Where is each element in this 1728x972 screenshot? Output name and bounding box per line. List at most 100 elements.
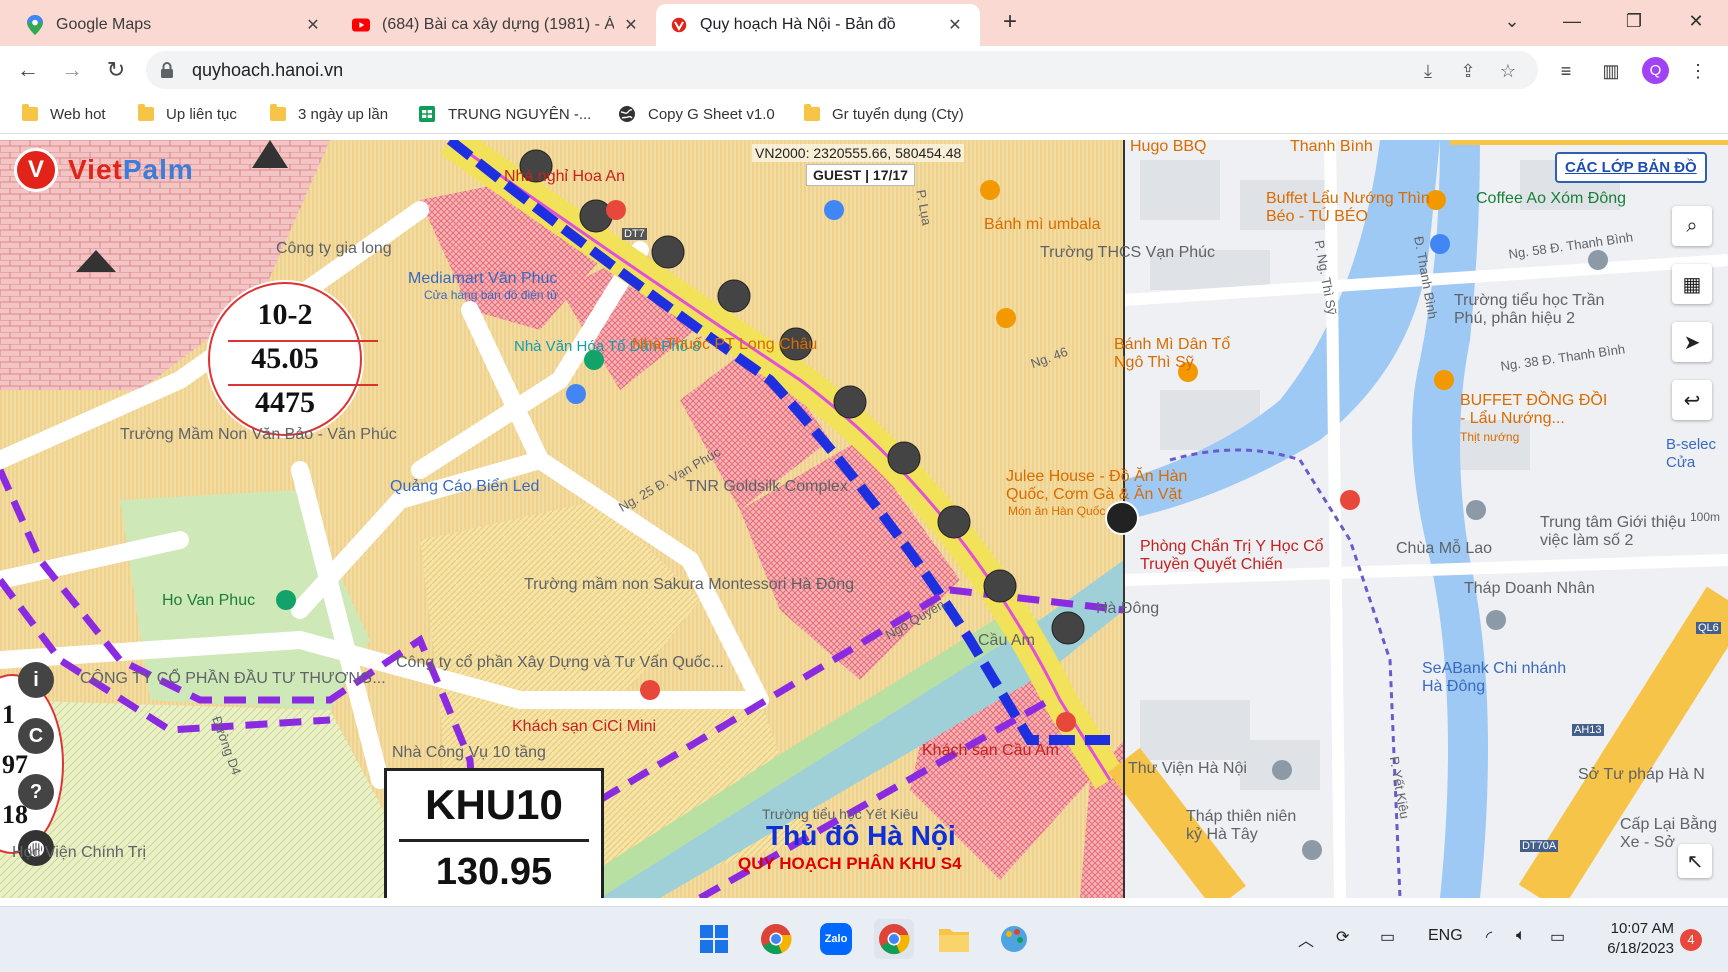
poi-label[interactable]: CÔNG TY CỔ PHẦN ĐẦU TƯ THƯƠNG...: [80, 670, 386, 688]
poi-label[interactable]: Trường tiểu học Trần Phú, phân hiệu 2: [1454, 292, 1624, 328]
chrome-profile-app[interactable]: [874, 919, 914, 959]
poi-label[interactable]: B-selec Cửa: [1666, 436, 1726, 472]
poi-label[interactable]: Nhà Thuốc PT Long Châu: [632, 336, 817, 354]
more-menu-icon[interactable]: ⋮: [1685, 58, 1711, 84]
copyright-icon[interactable]: C: [18, 718, 54, 754]
display-icon[interactable]: ▭: [1380, 927, 1395, 947]
chrome-app[interactable]: [756, 919, 796, 959]
lock-icon[interactable]: [160, 61, 174, 84]
close-tab-icon[interactable]: ✕: [620, 15, 642, 35]
poi-label[interactable]: Chùa Mỗ Lao: [1396, 540, 1492, 558]
battery-icon[interactable]: ▭: [1550, 927, 1565, 947]
tab-google-maps[interactable]: Google Maps ✕: [12, 4, 338, 46]
collapse-icon[interactable]: ↖: [1678, 844, 1712, 878]
close-tab-icon[interactable]: ✕: [944, 15, 966, 35]
show-hidden-icons[interactable]: ︿: [1298, 927, 1314, 951]
bookmark-copy-g-sheet[interactable]: Copy G Sheet v1.0: [618, 102, 775, 126]
wifi-icon[interactable]: ◜: [1486, 927, 1492, 947]
tab-youtube[interactable]: (684) Bài ca xây dựng (1981) - Á ✕: [338, 4, 656, 46]
poi-label[interactable]: Tháp Doanh Nhân: [1464, 580, 1595, 598]
bookmarks-bar: Web hot Up liên tục 3 ngày up lần TRUNG …: [0, 94, 1728, 134]
map-viewport[interactable]: V VietPalm VN2000: 2320555.66, 580454.48…: [0, 140, 1728, 898]
bookmark-trung-nguyen[interactable]: TRUNG NGUYÊN -...: [418, 102, 591, 126]
poi-label[interactable]: Tháp thiên niên kỷ Hà Tây: [1186, 808, 1306, 844]
poi-label[interactable]: Nhà nghỉ Hoa An: [504, 168, 625, 186]
reload-button[interactable]: ↻: [100, 54, 132, 86]
poi-label[interactable]: Công ty gia long: [276, 240, 392, 258]
minimize-button[interactable]: —: [1550, 6, 1594, 36]
poi-label[interactable]: Nhà Công Vụ 10 tầng: [392, 744, 546, 762]
poi-label[interactable]: Trung tâm Giới thiệu việc làm số 2: [1540, 514, 1700, 550]
back-arrow-icon[interactable]: ↩: [1672, 380, 1712, 420]
install-app-icon[interactable]: ⤓: [1416, 59, 1440, 83]
poi-label[interactable]: Coffee Ao Xóm Đông: [1476, 190, 1626, 208]
forward-button[interactable]: →: [56, 54, 88, 86]
media-control-icon[interactable]: ≡: [1553, 58, 1579, 84]
poi-label[interactable]: Trường mầm non Sakura Montessori Hà Đông: [524, 576, 854, 594]
tab-search-icon[interactable]: ⌄: [1490, 6, 1534, 36]
bookmark-up-lien-tuc[interactable]: Up liên tục: [138, 102, 237, 126]
close-tab-icon[interactable]: ✕: [302, 15, 324, 35]
language-indicator[interactable]: ENG: [1428, 927, 1463, 945]
bookmark-web-hot[interactable]: Web hot: [22, 102, 106, 126]
system-clock[interactable]: 10:07 AM 6/18/2023: [1590, 919, 1674, 959]
poi-label[interactable]: Ho Van Phuc: [162, 592, 255, 610]
poi-label[interactable]: Phòng Chẩn Trị Y Học Cổ Truyền Quyết Chi…: [1140, 538, 1360, 574]
chrome-icon: [761, 924, 792, 955]
bookmark-star-icon[interactable]: ☆: [1496, 59, 1520, 83]
zalo-app[interactable]: Zalo: [816, 919, 856, 959]
bookmark-gr-tuyen-dung[interactable]: Gr tuyển dụng (Cty): [804, 102, 964, 126]
poi-label[interactable]: Buffet Lẩu Nướng Thìn Béo - TÚ BÉO: [1266, 190, 1456, 226]
side-panel-icon[interactable]: ▥: [1598, 58, 1624, 84]
poi-label[interactable]: Thư Viện Hà Nội: [1128, 760, 1247, 778]
bookmark-label: Web hot: [50, 105, 106, 123]
poi-label[interactable]: Sở Tư pháp Hà N: [1578, 766, 1705, 784]
zone-label-circle[interactable]: 10-2 45.05 4475: [208, 282, 378, 436]
bookmark-3-ngay[interactable]: 3 ngày up lần: [270, 102, 388, 126]
start-button[interactable]: [694, 919, 734, 959]
info-icon[interactable]: i: [18, 662, 54, 698]
address-bar[interactable]: quyhoach.hanoi.vn ⤓ ⇪ ☆: [146, 51, 1538, 89]
map-layers-button[interactable]: CÁC LỚP BẢN ĐỒ: [1555, 152, 1707, 183]
poi-label[interactable]: Bánh mì umbala: [984, 216, 1101, 234]
poi-label[interactable]: TNR Goldsilk Complex: [686, 478, 848, 496]
share-icon[interactable]: ⇪: [1456, 59, 1480, 83]
file-explorer-app[interactable]: [934, 919, 974, 959]
back-button[interactable]: ←: [12, 54, 44, 86]
volume-icon[interactable]: 🔈︎: [1516, 927, 1526, 945]
poi-label[interactable]: Khách sạn Cầu Am: [922, 742, 1059, 760]
poi-label[interactable]: Mediamart Văn Phúc: [408, 270, 557, 288]
tab-quy-hoach[interactable]: Quy hoạch Hà Nội - Bản đồ ✕: [656, 4, 980, 46]
sync-icon[interactable]: ⟳: [1336, 927, 1349, 947]
poi-label[interactable]: Bánh Mì Dân Tổ Ngô Thì Sỹ: [1114, 336, 1244, 372]
poi-label[interactable]: Quảng Cáo Biển Led: [390, 478, 539, 496]
close-window-button[interactable]: ✕: [1674, 6, 1718, 36]
poi-label[interactable]: SeABank Chi nhánh Hà Đông: [1422, 660, 1582, 696]
poi-label[interactable]: Trường Mầm Non Văn Bảo - Văn Phúc: [120, 426, 397, 444]
help-icon[interactable]: ?: [18, 774, 54, 810]
poi-label[interactable]: Hugo BBQ: [1130, 140, 1206, 156]
route-shield: DT70A: [1520, 840, 1559, 852]
restore-button[interactable]: ❐: [1612, 6, 1656, 36]
poi-label[interactable]: Công ty cổ phần Xây Dựng và Tư Vấn Quốc.…: [396, 654, 724, 672]
map-legend-icon[interactable]: ▦: [1672, 264, 1712, 304]
tab-strip: Google Maps ✕ (684) Bài ca xây dựng (198…: [0, 0, 1728, 46]
poi-label[interactable]: Khách sạn CiCi Mini: [512, 718, 656, 736]
poi-label[interactable]: BUFFET ĐỒNG ĐỒI - Lẩu Nướng...: [1460, 392, 1610, 428]
zoom-search-icon[interactable]: ⌕: [1672, 206, 1712, 246]
poi-label[interactable]: Julee House - Đồ Ăn Hàn Quốc, Cơm Gà & Ă…: [1006, 468, 1226, 504]
notification-badge[interactable]: 4: [1680, 929, 1702, 951]
planning-map-canvas[interactable]: [0, 140, 1728, 898]
profile-avatar[interactable]: Q: [1642, 57, 1669, 84]
locate-icon[interactable]: ➤: [1672, 322, 1712, 362]
poi-label[interactable]: Học Viện Chính Trị: [12, 844, 146, 862]
new-tab-button[interactable]: +: [996, 8, 1024, 36]
paint-app[interactable]: [994, 919, 1034, 959]
poi-label[interactable]: Trường THCS Vạn Phúc: [1040, 244, 1215, 262]
khu-label-box[interactable]: KHU10 130.95: [384, 768, 604, 898]
khu-area: 130.95: [435, 851, 553, 893]
vietpalm-logo[interactable]: V VietPalm: [14, 148, 194, 192]
poi-label[interactable]: Trường tiểu học Yết Kiêu: [762, 806, 918, 822]
windows-taskbar: Zalo ︿ ⟳ ▭ ENG ◜ 🔈︎ ▭ 10:07 AM 6/18/2023…: [0, 906, 1728, 972]
poi-label[interactable]: Thanh Bình: [1290, 140, 1373, 156]
